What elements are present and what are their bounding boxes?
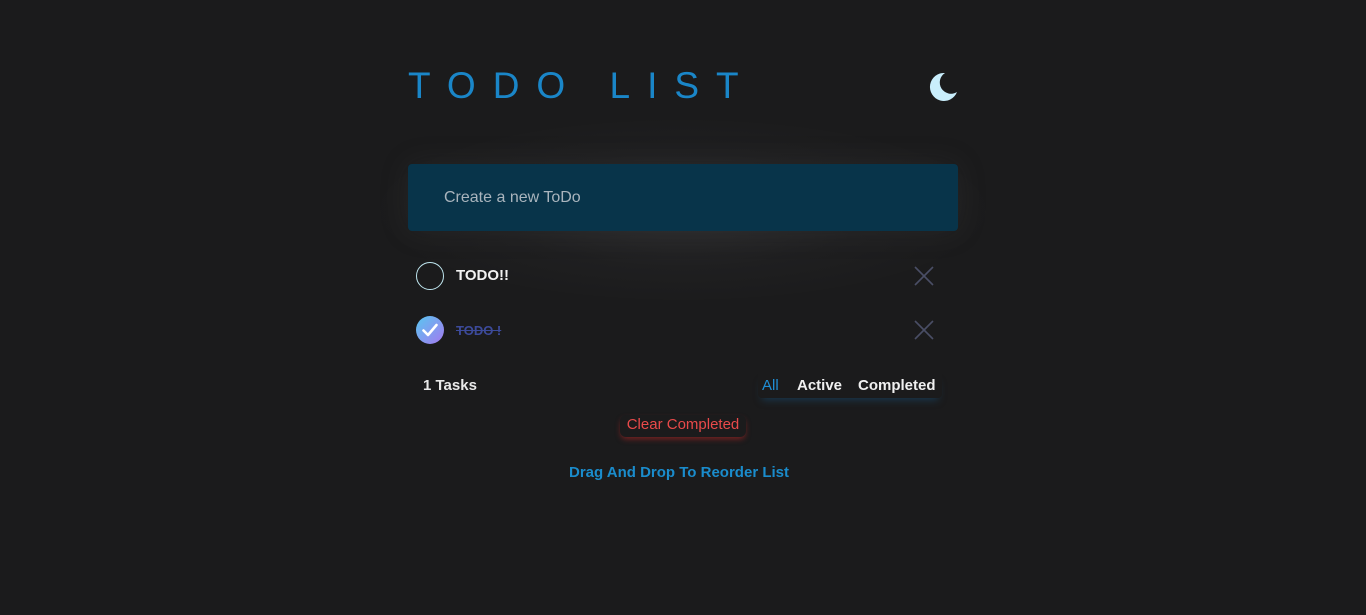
- todo-checkbox-checked[interactable]: [416, 316, 444, 344]
- delete-todo-button[interactable]: [914, 320, 934, 340]
- page-title: TODO LIST: [408, 65, 756, 106]
- delete-todo-button[interactable]: [914, 266, 934, 286]
- todo-text-completed: TODO !: [456, 323, 502, 338]
- todo-checkbox[interactable]: [416, 262, 444, 290]
- close-icon: [914, 320, 934, 340]
- new-todo-box: [408, 164, 958, 231]
- clear-completed-button[interactable]: Clear Completed: [620, 415, 746, 437]
- todo-item[interactable]: TODO !: [408, 310, 958, 350]
- new-todo-input[interactable]: [444, 186, 924, 210]
- reorder-hint: Drag And Drop To Reorder List: [568, 464, 789, 481]
- moon-icon: [929, 72, 957, 101]
- todo-item[interactable]: TODO!!: [408, 256, 958, 296]
- checkmark-icon: [422, 323, 438, 337]
- todo-app: TODO LIST TODO!! TODO !: [408, 0, 958, 615]
- filter-active[interactable]: Active: [797, 377, 842, 395]
- todo-text: TODO!!: [456, 267, 510, 284]
- filter-group: All Active Completed: [758, 372, 942, 398]
- close-icon: [914, 266, 934, 286]
- tasks-count: 1 Tasks: [423, 377, 477, 394]
- filter-all[interactable]: All: [762, 377, 779, 395]
- filter-completed[interactable]: Completed: [858, 377, 936, 395]
- theme-toggle-button[interactable]: [926, 70, 960, 104]
